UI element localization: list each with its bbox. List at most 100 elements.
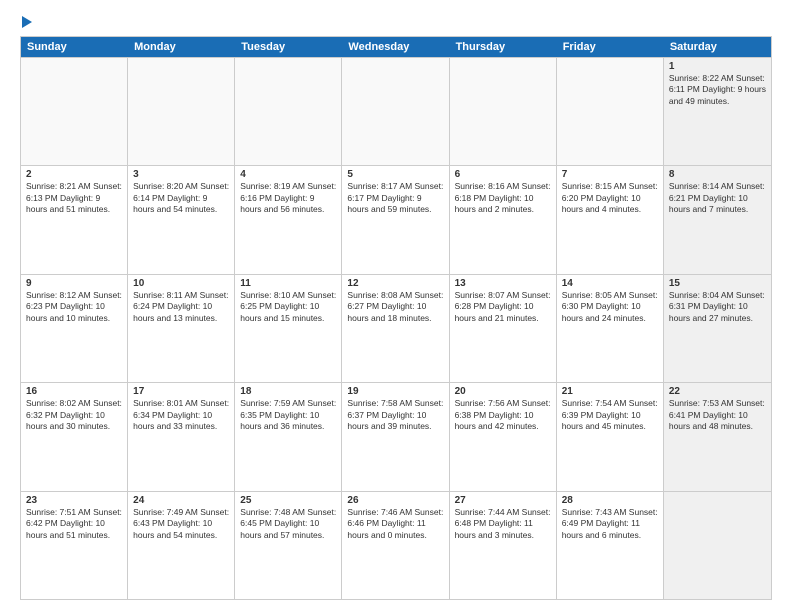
calendar-row-4: 23Sunrise: 7:51 AM Sunset: 6:42 PM Dayli… — [21, 491, 771, 599]
cal-cell-r1-c5: 7Sunrise: 8:15 AM Sunset: 6:20 PM Daylig… — [557, 166, 664, 273]
day-number: 21 — [562, 386, 658, 397]
cell-info: Sunrise: 8:02 AM Sunset: 6:32 PM Dayligh… — [26, 398, 122, 432]
cell-info: Sunrise: 8:04 AM Sunset: 6:31 PM Dayligh… — [669, 290, 766, 324]
day-number: 5 — [347, 169, 443, 180]
day-number: 8 — [669, 169, 766, 180]
cal-cell-r0-c6: 1Sunrise: 8:22 AM Sunset: 6:11 PM Daylig… — [664, 58, 771, 165]
day-number: 12 — [347, 278, 443, 289]
day-header-tuesday: Tuesday — [235, 37, 342, 57]
cal-cell-r3-c3: 19Sunrise: 7:58 AM Sunset: 6:37 PM Dayli… — [342, 383, 449, 490]
day-number: 27 — [455, 495, 551, 506]
cal-cell-r1-c4: 6Sunrise: 8:16 AM Sunset: 6:18 PM Daylig… — [450, 166, 557, 273]
header — [20, 16, 772, 28]
day-header-wednesday: Wednesday — [342, 37, 449, 57]
cal-cell-r0-c5 — [557, 58, 664, 165]
cal-cell-r1-c0: 2Sunrise: 8:21 AM Sunset: 6:13 PM Daylig… — [21, 166, 128, 273]
day-number: 19 — [347, 386, 443, 397]
cal-cell-r1-c3: 5Sunrise: 8:17 AM Sunset: 6:17 PM Daylig… — [342, 166, 449, 273]
cal-cell-r2-c4: 13Sunrise: 8:07 AM Sunset: 6:28 PM Dayli… — [450, 275, 557, 382]
cell-info: Sunrise: 7:44 AM Sunset: 6:48 PM Dayligh… — [455, 507, 551, 541]
cal-cell-r1-c1: 3Sunrise: 8:20 AM Sunset: 6:14 PM Daylig… — [128, 166, 235, 273]
cell-info: Sunrise: 7:58 AM Sunset: 6:37 PM Dayligh… — [347, 398, 443, 432]
day-number: 15 — [669, 278, 766, 289]
cell-info: Sunrise: 7:51 AM Sunset: 6:42 PM Dayligh… — [26, 507, 122, 541]
cal-cell-r3-c6: 22Sunrise: 7:53 AM Sunset: 6:41 PM Dayli… — [664, 383, 771, 490]
day-number: 3 — [133, 169, 229, 180]
cell-info: Sunrise: 8:17 AM Sunset: 6:17 PM Dayligh… — [347, 181, 443, 215]
day-header-sunday: Sunday — [21, 37, 128, 57]
day-number: 20 — [455, 386, 551, 397]
cal-cell-r0-c0 — [21, 58, 128, 165]
cal-cell-r2-c6: 15Sunrise: 8:04 AM Sunset: 6:31 PM Dayli… — [664, 275, 771, 382]
cell-info: Sunrise: 8:14 AM Sunset: 6:21 PM Dayligh… — [669, 181, 766, 215]
calendar-row-0: 1Sunrise: 8:22 AM Sunset: 6:11 PM Daylig… — [21, 57, 771, 165]
day-number: 26 — [347, 495, 443, 506]
cell-info: Sunrise: 8:12 AM Sunset: 6:23 PM Dayligh… — [26, 290, 122, 324]
cell-info: Sunrise: 8:20 AM Sunset: 6:14 PM Dayligh… — [133, 181, 229, 215]
cal-cell-r2-c2: 11Sunrise: 8:10 AM Sunset: 6:25 PM Dayli… — [235, 275, 342, 382]
day-number: 16 — [26, 386, 122, 397]
cell-info: Sunrise: 8:19 AM Sunset: 6:16 PM Dayligh… — [240, 181, 336, 215]
cell-info: Sunrise: 8:01 AM Sunset: 6:34 PM Dayligh… — [133, 398, 229, 432]
cal-cell-r3-c2: 18Sunrise: 7:59 AM Sunset: 6:35 PM Dayli… — [235, 383, 342, 490]
day-number: 24 — [133, 495, 229, 506]
cell-info: Sunrise: 7:48 AM Sunset: 6:45 PM Dayligh… — [240, 507, 336, 541]
cal-cell-r4-c2: 25Sunrise: 7:48 AM Sunset: 6:45 PM Dayli… — [235, 492, 342, 599]
day-number: 9 — [26, 278, 122, 289]
calendar: SundayMondayTuesdayWednesdayThursdayFrid… — [20, 36, 772, 600]
day-number: 11 — [240, 278, 336, 289]
day-number: 23 — [26, 495, 122, 506]
day-number: 13 — [455, 278, 551, 289]
cell-info: Sunrise: 8:22 AM Sunset: 6:11 PM Dayligh… — [669, 73, 766, 107]
page: SundayMondayTuesdayWednesdayThursdayFrid… — [0, 0, 792, 612]
cal-cell-r3-c5: 21Sunrise: 7:54 AM Sunset: 6:39 PM Dayli… — [557, 383, 664, 490]
day-number: 18 — [240, 386, 336, 397]
cal-cell-r2-c1: 10Sunrise: 8:11 AM Sunset: 6:24 PM Dayli… — [128, 275, 235, 382]
cal-cell-r4-c0: 23Sunrise: 7:51 AM Sunset: 6:42 PM Dayli… — [21, 492, 128, 599]
calendar-row-3: 16Sunrise: 8:02 AM Sunset: 6:32 PM Dayli… — [21, 382, 771, 490]
cal-cell-r2-c5: 14Sunrise: 8:05 AM Sunset: 6:30 PM Dayli… — [557, 275, 664, 382]
cal-cell-r4-c5: 28Sunrise: 7:43 AM Sunset: 6:49 PM Dayli… — [557, 492, 664, 599]
day-number: 14 — [562, 278, 658, 289]
day-header-saturday: Saturday — [664, 37, 771, 57]
cell-info: Sunrise: 7:43 AM Sunset: 6:49 PM Dayligh… — [562, 507, 658, 541]
cal-cell-r4-c4: 27Sunrise: 7:44 AM Sunset: 6:48 PM Dayli… — [450, 492, 557, 599]
cal-cell-r3-c4: 20Sunrise: 7:56 AM Sunset: 6:38 PM Dayli… — [450, 383, 557, 490]
day-number: 7 — [562, 169, 658, 180]
cell-info: Sunrise: 7:56 AM Sunset: 6:38 PM Dayligh… — [455, 398, 551, 432]
day-number: 6 — [455, 169, 551, 180]
cell-info: Sunrise: 8:07 AM Sunset: 6:28 PM Dayligh… — [455, 290, 551, 324]
calendar-row-1: 2Sunrise: 8:21 AM Sunset: 6:13 PM Daylig… — [21, 165, 771, 273]
cal-cell-r3-c0: 16Sunrise: 8:02 AM Sunset: 6:32 PM Dayli… — [21, 383, 128, 490]
cal-cell-r4-c3: 26Sunrise: 7:46 AM Sunset: 6:46 PM Dayli… — [342, 492, 449, 599]
calendar-body: 1Sunrise: 8:22 AM Sunset: 6:11 PM Daylig… — [21, 57, 771, 599]
day-number: 25 — [240, 495, 336, 506]
day-number: 4 — [240, 169, 336, 180]
cell-info: Sunrise: 7:46 AM Sunset: 6:46 PM Dayligh… — [347, 507, 443, 541]
cal-cell-r4-c6 — [664, 492, 771, 599]
day-number: 28 — [562, 495, 658, 506]
cell-info: Sunrise: 8:15 AM Sunset: 6:20 PM Dayligh… — [562, 181, 658, 215]
cal-cell-r1-c2: 4Sunrise: 8:19 AM Sunset: 6:16 PM Daylig… — [235, 166, 342, 273]
cal-cell-r2-c0: 9Sunrise: 8:12 AM Sunset: 6:23 PM Daylig… — [21, 275, 128, 382]
day-header-friday: Friday — [557, 37, 664, 57]
cell-info: Sunrise: 8:11 AM Sunset: 6:24 PM Dayligh… — [133, 290, 229, 324]
logo-arrow-icon — [22, 16, 32, 28]
cell-info: Sunrise: 8:05 AM Sunset: 6:30 PM Dayligh… — [562, 290, 658, 324]
cell-info: Sunrise: 7:49 AM Sunset: 6:43 PM Dayligh… — [133, 507, 229, 541]
day-number: 1 — [669, 61, 766, 72]
cell-info: Sunrise: 8:21 AM Sunset: 6:13 PM Dayligh… — [26, 181, 122, 215]
cal-cell-r0-c4 — [450, 58, 557, 165]
cal-cell-r0-c1 — [128, 58, 235, 165]
cell-info: Sunrise: 8:16 AM Sunset: 6:18 PM Dayligh… — [455, 181, 551, 215]
cell-info: Sunrise: 7:54 AM Sunset: 6:39 PM Dayligh… — [562, 398, 658, 432]
cell-info: Sunrise: 8:10 AM Sunset: 6:25 PM Dayligh… — [240, 290, 336, 324]
day-number: 22 — [669, 386, 766, 397]
cal-cell-r0-c3 — [342, 58, 449, 165]
day-number: 10 — [133, 278, 229, 289]
calendar-row-2: 9Sunrise: 8:12 AM Sunset: 6:23 PM Daylig… — [21, 274, 771, 382]
cal-cell-r2-c3: 12Sunrise: 8:08 AM Sunset: 6:27 PM Dayli… — [342, 275, 449, 382]
day-header-monday: Monday — [128, 37, 235, 57]
cal-cell-r4-c1: 24Sunrise: 7:49 AM Sunset: 6:43 PM Dayli… — [128, 492, 235, 599]
cell-info: Sunrise: 7:59 AM Sunset: 6:35 PM Dayligh… — [240, 398, 336, 432]
